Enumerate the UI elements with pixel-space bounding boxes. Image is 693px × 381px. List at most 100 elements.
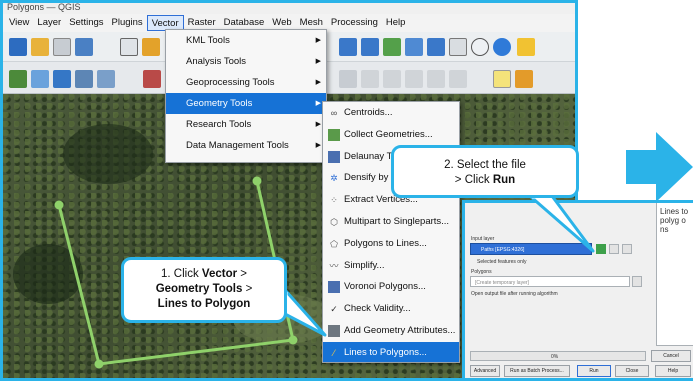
browse-layer-button[interactable] <box>622 244 632 254</box>
menu-help[interactable]: Help <box>382 15 410 31</box>
callout-1-line2: Geometry Tools > <box>124 282 284 297</box>
callout-1-lines: Lines to Polygon <box>157 298 251 310</box>
polygons-output-label: Polygons <box>471 269 492 275</box>
callout-2-prefix: > Click <box>454 174 493 186</box>
help-button[interactable]: Help <box>655 365 691 377</box>
save-icon[interactable] <box>53 38 71 56</box>
menu-item-label: Polygons to Lines... <box>344 237 427 249</box>
clock-icon[interactable] <box>471 38 489 56</box>
callout-1-sep: > <box>237 268 247 280</box>
menu-item-kml-tools[interactable]: KML Tools ▶ <box>166 30 326 51</box>
zoom-out-icon[interactable] <box>361 38 379 56</box>
batch-process-button[interactable]: Run as Batch Process... <box>504 365 570 377</box>
callout-1-tail <box>282 288 327 337</box>
paste-features-icon[interactable] <box>405 70 423 88</box>
menu-item-label: Analysis Tools <box>186 56 247 67</box>
label-style-icon[interactable] <box>515 70 533 88</box>
submenu-arrow-icon: ▶ <box>315 79 321 86</box>
callout-1-sep: > <box>242 283 253 295</box>
menu-item-geoprocessing-tools[interactable]: Geoprocessing Tools ▶ <box>166 72 326 93</box>
close-button[interactable]: Close <box>615 365 649 377</box>
input-layer-value: Paths [EPSG:4326] <box>481 247 525 253</box>
refresh-icon[interactable] <box>493 38 511 56</box>
zoom-selection-icon[interactable] <box>405 38 423 56</box>
menu-processing[interactable]: Processing <box>327 15 382 31</box>
new-project-icon[interactable] <box>9 38 27 56</box>
vertex-point <box>54 200 64 210</box>
menu-item-label: Lines to Polygons... <box>344 346 427 358</box>
menu-layer[interactable]: Layer <box>33 15 65 31</box>
menu-item-label: Simplify... <box>344 259 385 271</box>
cut-features-icon[interactable] <box>361 70 379 88</box>
mesh-layer-icon[interactable] <box>97 70 115 88</box>
vector-menu: KML Tools ▶ Analysis Tools ▶ Geoprocessing… <box>165 29 327 163</box>
vector-layer-icon[interactable] <box>53 70 71 88</box>
callout-step-1: 1. Click Vector > Geometry Tools > Lines… <box>121 257 287 323</box>
add-layer-icon[interactable] <box>9 70 27 88</box>
output-placeholder: [Create temporary layer] <box>475 280 529 286</box>
next-step-arrow-icon <box>626 132 693 202</box>
digitize-icon[interactable] <box>31 70 49 88</box>
more-tools-icon[interactable] <box>517 38 535 56</box>
menu-item-label: Geoprocessing Tools <box>186 77 275 88</box>
zoom-in-icon[interactable] <box>339 38 357 56</box>
bookmark-icon[interactable] <box>449 38 467 56</box>
menu-item-label: Centroids... <box>344 107 393 118</box>
menu-item-label: Check Validity... <box>344 303 411 315</box>
menu-item-polygons-to-lines[interactable]: ⬠ Polygons to Lines... <box>323 233 459 255</box>
settings-wrench-icon[interactable] <box>609 244 619 254</box>
submenu-arrow-icon: ▶ <box>315 100 321 107</box>
run-button[interactable]: Run <box>577 365 611 377</box>
menu-item-label: Add Geometry Attributes... <box>344 324 456 336</box>
zoom-last-icon[interactable] <box>427 38 445 56</box>
menu-item-analysis-tools[interactable]: Analysis Tools ▶ <box>166 51 326 72</box>
pan-selection-icon[interactable] <box>142 38 160 56</box>
polygon-icon: ⬠ <box>330 238 338 249</box>
advanced-button[interactable]: Advanced <box>470 365 500 377</box>
pan-icon[interactable] <box>120 38 138 56</box>
densify-icon: ✲ <box>330 173 338 184</box>
menu-item-label: Geometry Tools <box>186 98 253 109</box>
output-browse-button[interactable] <box>632 276 642 287</box>
menu-item-label: KML Tools <box>186 35 230 46</box>
delete-selected-icon[interactable] <box>339 70 357 88</box>
menu-item-label: Research Tools <box>186 119 252 130</box>
callout-step-2: 2. Select the file > Click Run <box>391 145 579 198</box>
progress-bar: 0% <box>470 351 646 361</box>
submenu-arrow-icon: ▶ <box>315 142 321 149</box>
redo-icon[interactable] <box>449 70 467 88</box>
callout-2-run: Run <box>492 174 516 186</box>
menu-item-label: Multipart to Singleparts... <box>344 215 450 227</box>
menu-item-data-management-tools[interactable]: Data Management Tools ▶ <box>166 135 326 156</box>
label-icon[interactable] <box>493 70 511 88</box>
menu-item-research-tools[interactable]: Research Tools ▶ <box>166 114 326 135</box>
menu-view[interactable]: View <box>5 15 33 31</box>
callout-1-line3: Lines to Polygon <box>124 297 284 312</box>
submenu-arrow-icon: ▶ <box>315 121 321 128</box>
cancel-button[interactable]: Cancel <box>651 350 691 362</box>
menu-item-label: Collect Geometries... <box>344 128 433 140</box>
undo-icon[interactable] <box>427 70 445 88</box>
menu-item-label: Data Management Tools <box>186 140 289 151</box>
zoom-layer-icon[interactable] <box>383 38 401 56</box>
copy-features-icon[interactable] <box>383 70 401 88</box>
menu-item-multipart[interactable]: ⬡ Multipart to Singleparts... <box>323 211 459 233</box>
menu-settings[interactable]: Settings <box>65 15 107 31</box>
menu-item-label: Voronoi Polygons... <box>344 281 426 293</box>
raster-layer-icon[interactable] <box>75 70 93 88</box>
tutorial-canvas: Polygons — QGIS View Layer Settings Plug… <box>0 0 693 381</box>
menu-plugins[interactable]: Plugins <box>108 15 147 31</box>
edit-pencil-icon[interactable] <box>143 70 161 88</box>
callout-1-prefix: 1. Click <box>161 268 202 280</box>
delaunay-icon <box>328 150 340 163</box>
open-project-icon[interactable] <box>31 38 49 56</box>
menu-item-simplify[interactable]: 〰 Simplify... <box>323 255 459 277</box>
menu-item-geometry-tools[interactable]: Geometry Tools ▶ <box>166 93 326 114</box>
input-layer-label: Input layer <box>471 236 495 242</box>
selected-only-checkbox-label[interactable]: Selected features only <box>477 259 526 265</box>
open-after-checkbox[interactable]: Open output file after running algorithm <box>471 291 558 297</box>
output-file-field[interactable]: [Create temporary layer] <box>470 276 630 287</box>
menu-item-centroids[interactable]: ∞ Centroids... <box>323 102 459 124</box>
menu-item-collect-geometries[interactable]: Collect Geometries... <box>323 124 459 146</box>
layout-icon[interactable] <box>75 38 93 56</box>
